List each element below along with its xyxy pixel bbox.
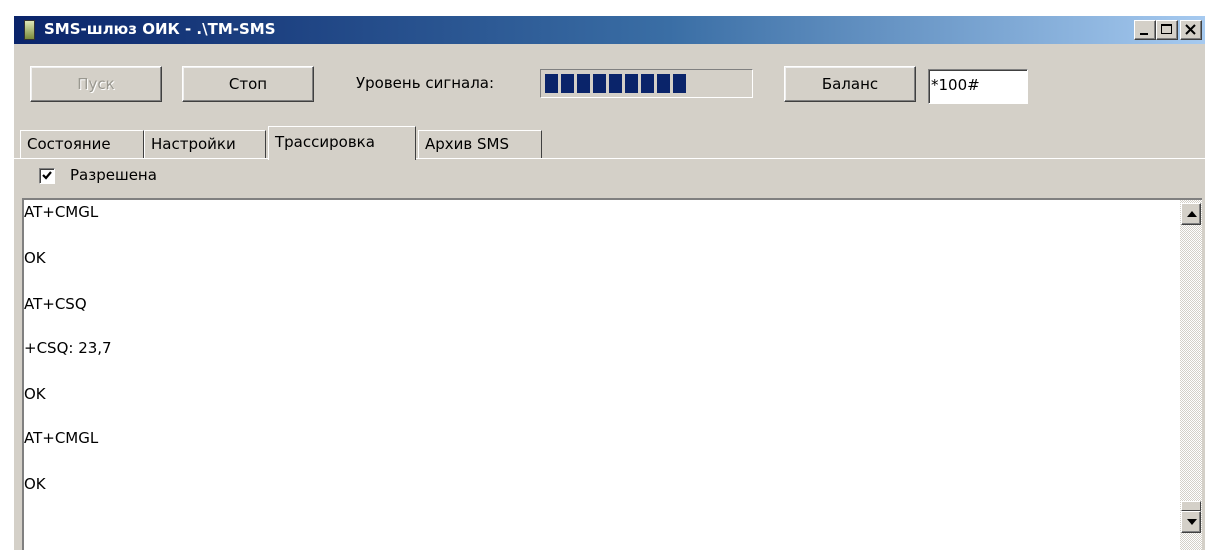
scroll-down-button[interactable]	[1181, 511, 1201, 533]
log-line: AT+CMGL	[24, 429, 99, 447]
close-icon	[1185, 24, 1196, 35]
signal-level-bar	[540, 69, 753, 98]
start-button[interactable]: Пуск	[30, 66, 162, 102]
ussd-input[interactable]: *100#	[928, 69, 1028, 104]
signal-level-label: Уровень сигнала:	[356, 74, 495, 92]
signal-segment	[593, 74, 606, 93]
tab-trace[interactable]: Трассировка	[268, 126, 416, 160]
arrow-up-icon	[1187, 211, 1197, 217]
tab-status[interactable]: Состояние	[20, 130, 144, 158]
signal-segment	[609, 74, 622, 93]
close-button[interactable]	[1180, 20, 1202, 40]
arrow-down-icon	[1187, 519, 1197, 525]
maximize-button[interactable]	[1156, 20, 1178, 40]
log-line: OK	[24, 249, 46, 267]
check-icon	[42, 171, 52, 180]
window-title: SMS-шлюз ОИК - .\TM-SMS	[44, 20, 276, 38]
signal-segment	[577, 74, 590, 93]
signal-segment	[625, 74, 638, 93]
signal-segment	[545, 74, 558, 93]
signal-segment	[673, 74, 686, 93]
log-line: AT+CMGL	[24, 203, 99, 221]
log-line: AT+CSQ	[24, 295, 87, 313]
tab-label: Состояние	[27, 135, 111, 153]
app-window: SMS-шлюз ОИК - .\TM-SMS Пуск Стоп Уровен…	[12, 14, 1205, 550]
tab-label: Настройки	[151, 135, 236, 153]
trace-log[interactable]: AT+CMGL OK AT+CSQ +CSQ: 23,7 OK AT+CMGL …	[22, 198, 1202, 550]
trace-enabled-label: Разрешена	[70, 166, 157, 184]
log-line: OK	[24, 385, 46, 403]
minimize-icon	[1140, 33, 1148, 35]
sms-gateway-icon	[24, 20, 35, 40]
scroll-thumb[interactable]	[1181, 501, 1201, 511]
minimize-button[interactable]	[1134, 20, 1156, 40]
tab-divider	[14, 158, 1205, 159]
balance-button[interactable]: Баланс	[784, 66, 916, 102]
trace-enabled-checkbox[interactable]	[39, 168, 55, 184]
vertical-scrollbar[interactable]	[1180, 200, 1202, 550]
signal-segment	[641, 74, 654, 93]
tab-label: Трассировка	[275, 133, 375, 151]
tab-sms-archive[interactable]: Архив SMS	[418, 130, 542, 158]
scroll-up-button[interactable]	[1181, 203, 1201, 225]
stop-button[interactable]: Стоп	[182, 66, 314, 102]
tab-label: Архив SMS	[425, 135, 510, 153]
tab-settings[interactable]: Настройки	[144, 130, 266, 158]
log-line: OK	[24, 475, 46, 493]
signal-segment	[561, 74, 574, 93]
signal-segment	[657, 74, 670, 93]
log-line: +CSQ: 23,7	[24, 339, 112, 357]
title-bar[interactable]: SMS-шлюз ОИК - .\TM-SMS	[14, 16, 1205, 44]
maximize-icon	[1161, 24, 1172, 34]
